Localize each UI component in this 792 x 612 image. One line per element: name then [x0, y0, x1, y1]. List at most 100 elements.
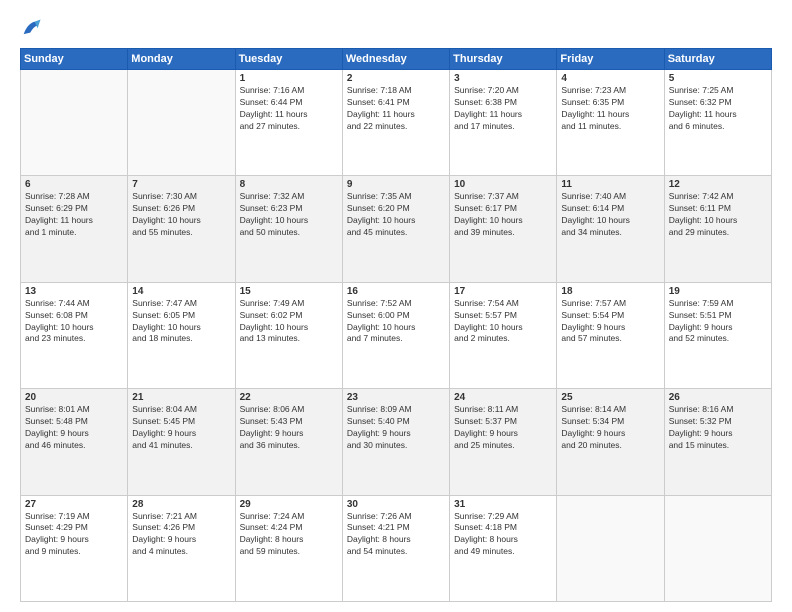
- day-number: 3: [454, 73, 552, 84]
- day-number: 18: [561, 286, 659, 297]
- calendar-cell: 28Sunrise: 7:21 AM Sunset: 4:26 PM Dayli…: [128, 495, 235, 601]
- calendar-cell: 1Sunrise: 7:16 AM Sunset: 6:44 PM Daylig…: [235, 70, 342, 176]
- day-number: 14: [132, 286, 230, 297]
- day-info: Sunrise: 7:42 AM Sunset: 6:11 PM Dayligh…: [669, 191, 767, 239]
- day-number: 30: [347, 499, 445, 510]
- day-number: 24: [454, 392, 552, 403]
- week-row-3: 13Sunrise: 7:44 AM Sunset: 6:08 PM Dayli…: [21, 282, 772, 388]
- day-info: Sunrise: 7:20 AM Sunset: 6:38 PM Dayligh…: [454, 85, 552, 133]
- day-number: 25: [561, 392, 659, 403]
- day-info: Sunrise: 7:26 AM Sunset: 4:21 PM Dayligh…: [347, 511, 445, 559]
- day-info: Sunrise: 7:21 AM Sunset: 4:26 PM Dayligh…: [132, 511, 230, 559]
- day-info: Sunrise: 7:28 AM Sunset: 6:29 PM Dayligh…: [25, 191, 123, 239]
- weekday-header-row: SundayMondayTuesdayWednesdayThursdayFrid…: [21, 49, 772, 70]
- day-number: 21: [132, 392, 230, 403]
- weekday-header-wednesday: Wednesday: [342, 49, 449, 70]
- day-number: 8: [240, 179, 338, 190]
- day-info: Sunrise: 7:59 AM Sunset: 5:51 PM Dayligh…: [669, 298, 767, 346]
- calendar-cell: [21, 70, 128, 176]
- week-row-4: 20Sunrise: 8:01 AM Sunset: 5:48 PM Dayli…: [21, 389, 772, 495]
- day-number: 15: [240, 286, 338, 297]
- day-number: 20: [25, 392, 123, 403]
- day-info: Sunrise: 8:14 AM Sunset: 5:34 PM Dayligh…: [561, 404, 659, 452]
- day-number: 9: [347, 179, 445, 190]
- week-row-2: 6Sunrise: 7:28 AM Sunset: 6:29 PM Daylig…: [21, 176, 772, 282]
- calendar-cell: 2Sunrise: 7:18 AM Sunset: 6:41 PM Daylig…: [342, 70, 449, 176]
- weekday-header-friday: Friday: [557, 49, 664, 70]
- day-number: 13: [25, 286, 123, 297]
- calendar-cell: 29Sunrise: 7:24 AM Sunset: 4:24 PM Dayli…: [235, 495, 342, 601]
- day-number: 11: [561, 179, 659, 190]
- day-info: Sunrise: 7:35 AM Sunset: 6:20 PM Dayligh…: [347, 191, 445, 239]
- day-info: Sunrise: 7:29 AM Sunset: 4:18 PM Dayligh…: [454, 511, 552, 559]
- day-number: 26: [669, 392, 767, 403]
- day-number: 10: [454, 179, 552, 190]
- day-info: Sunrise: 7:25 AM Sunset: 6:32 PM Dayligh…: [669, 85, 767, 133]
- calendar-cell: 14Sunrise: 7:47 AM Sunset: 6:05 PM Dayli…: [128, 282, 235, 388]
- day-number: 2: [347, 73, 445, 84]
- logo-icon: [20, 18, 42, 40]
- day-number: 12: [669, 179, 767, 190]
- calendar-cell: 6Sunrise: 7:28 AM Sunset: 6:29 PM Daylig…: [21, 176, 128, 282]
- calendar-cell: 8Sunrise: 7:32 AM Sunset: 6:23 PM Daylig…: [235, 176, 342, 282]
- calendar-cell: 30Sunrise: 7:26 AM Sunset: 4:21 PM Dayli…: [342, 495, 449, 601]
- day-info: Sunrise: 7:37 AM Sunset: 6:17 PM Dayligh…: [454, 191, 552, 239]
- weekday-header-tuesday: Tuesday: [235, 49, 342, 70]
- weekday-header-sunday: Sunday: [21, 49, 128, 70]
- week-row-1: 1Sunrise: 7:16 AM Sunset: 6:44 PM Daylig…: [21, 70, 772, 176]
- day-number: 22: [240, 392, 338, 403]
- day-info: Sunrise: 7:32 AM Sunset: 6:23 PM Dayligh…: [240, 191, 338, 239]
- day-info: Sunrise: 7:47 AM Sunset: 6:05 PM Dayligh…: [132, 298, 230, 346]
- calendar-cell: 31Sunrise: 7:29 AM Sunset: 4:18 PM Dayli…: [450, 495, 557, 601]
- day-number: 28: [132, 499, 230, 510]
- calendar-cell: [557, 495, 664, 601]
- calendar-cell: 20Sunrise: 8:01 AM Sunset: 5:48 PM Dayli…: [21, 389, 128, 495]
- day-number: 5: [669, 73, 767, 84]
- day-number: 19: [669, 286, 767, 297]
- day-info: Sunrise: 8:16 AM Sunset: 5:32 PM Dayligh…: [669, 404, 767, 452]
- calendar-cell: 16Sunrise: 7:52 AM Sunset: 6:00 PM Dayli…: [342, 282, 449, 388]
- calendar-cell: 27Sunrise: 7:19 AM Sunset: 4:29 PM Dayli…: [21, 495, 128, 601]
- day-number: 4: [561, 73, 659, 84]
- day-info: Sunrise: 7:40 AM Sunset: 6:14 PM Dayligh…: [561, 191, 659, 239]
- day-info: Sunrise: 8:01 AM Sunset: 5:48 PM Dayligh…: [25, 404, 123, 452]
- day-info: Sunrise: 7:24 AM Sunset: 4:24 PM Dayligh…: [240, 511, 338, 559]
- calendar-cell: 10Sunrise: 7:37 AM Sunset: 6:17 PM Dayli…: [450, 176, 557, 282]
- calendar-cell: 21Sunrise: 8:04 AM Sunset: 5:45 PM Dayli…: [128, 389, 235, 495]
- calendar-table: SundayMondayTuesdayWednesdayThursdayFrid…: [20, 48, 772, 602]
- day-info: Sunrise: 7:23 AM Sunset: 6:35 PM Dayligh…: [561, 85, 659, 133]
- calendar-cell: 12Sunrise: 7:42 AM Sunset: 6:11 PM Dayli…: [664, 176, 771, 282]
- calendar-cell: 26Sunrise: 8:16 AM Sunset: 5:32 PM Dayli…: [664, 389, 771, 495]
- day-info: Sunrise: 7:18 AM Sunset: 6:41 PM Dayligh…: [347, 85, 445, 133]
- day-number: 29: [240, 499, 338, 510]
- calendar-cell: 9Sunrise: 7:35 AM Sunset: 6:20 PM Daylig…: [342, 176, 449, 282]
- calendar-cell: 3Sunrise: 7:20 AM Sunset: 6:38 PM Daylig…: [450, 70, 557, 176]
- weekday-header-thursday: Thursday: [450, 49, 557, 70]
- day-info: Sunrise: 8:09 AM Sunset: 5:40 PM Dayligh…: [347, 404, 445, 452]
- day-number: 31: [454, 499, 552, 510]
- day-info: Sunrise: 7:16 AM Sunset: 6:44 PM Dayligh…: [240, 85, 338, 133]
- day-number: 17: [454, 286, 552, 297]
- weekday-header-saturday: Saturday: [664, 49, 771, 70]
- week-row-5: 27Sunrise: 7:19 AM Sunset: 4:29 PM Dayli…: [21, 495, 772, 601]
- day-info: Sunrise: 7:57 AM Sunset: 5:54 PM Dayligh…: [561, 298, 659, 346]
- logo: [20, 18, 44, 40]
- day-info: Sunrise: 8:06 AM Sunset: 5:43 PM Dayligh…: [240, 404, 338, 452]
- calendar-cell: 13Sunrise: 7:44 AM Sunset: 6:08 PM Dayli…: [21, 282, 128, 388]
- day-number: 27: [25, 499, 123, 510]
- day-info: Sunrise: 8:04 AM Sunset: 5:45 PM Dayligh…: [132, 404, 230, 452]
- calendar-cell: 24Sunrise: 8:11 AM Sunset: 5:37 PM Dayli…: [450, 389, 557, 495]
- day-info: Sunrise: 7:54 AM Sunset: 5:57 PM Dayligh…: [454, 298, 552, 346]
- day-info: Sunrise: 7:19 AM Sunset: 4:29 PM Dayligh…: [25, 511, 123, 559]
- weekday-header-monday: Monday: [128, 49, 235, 70]
- day-info: Sunrise: 7:30 AM Sunset: 6:26 PM Dayligh…: [132, 191, 230, 239]
- calendar-cell: 15Sunrise: 7:49 AM Sunset: 6:02 PM Dayli…: [235, 282, 342, 388]
- day-info: Sunrise: 7:52 AM Sunset: 6:00 PM Dayligh…: [347, 298, 445, 346]
- header: [20, 18, 772, 40]
- day-number: 6: [25, 179, 123, 190]
- day-info: Sunrise: 7:44 AM Sunset: 6:08 PM Dayligh…: [25, 298, 123, 346]
- day-number: 23: [347, 392, 445, 403]
- calendar-cell: [128, 70, 235, 176]
- calendar-cell: 4Sunrise: 7:23 AM Sunset: 6:35 PM Daylig…: [557, 70, 664, 176]
- calendar-cell: 25Sunrise: 8:14 AM Sunset: 5:34 PM Dayli…: [557, 389, 664, 495]
